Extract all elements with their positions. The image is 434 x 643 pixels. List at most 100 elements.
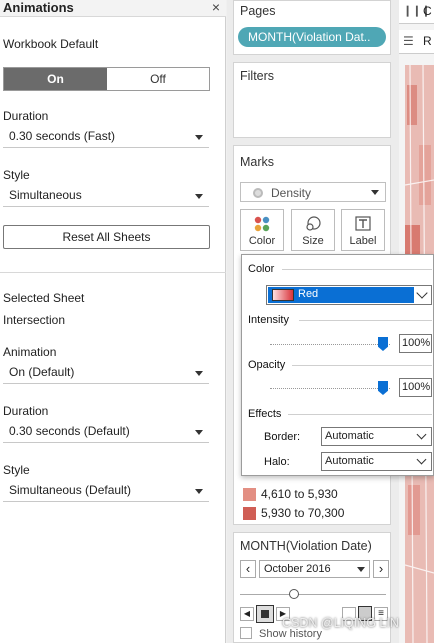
divider	[292, 365, 432, 366]
opacity-label: Opacity	[248, 359, 286, 371]
animation-toggle[interactable]: On Off	[3, 67, 210, 91]
animations-pane: Animations × Workbook Default On Off Dur…	[0, 0, 226, 643]
sheet-duration-value: 0.30 seconds (Default)	[9, 424, 130, 438]
animations-title: Animations	[3, 0, 74, 15]
filters-title: Filters	[240, 69, 275, 83]
divider	[0, 272, 226, 273]
intensity-value[interactable]: 100%	[399, 334, 432, 353]
label-mark-button[interactable]: Label	[341, 209, 385, 251]
size-icon	[306, 216, 321, 231]
border-value: Automatic	[325, 430, 374, 442]
pages-pill[interactable]: MONTH(Violation Dat..	[238, 27, 386, 47]
divider	[299, 320, 432, 321]
stop-icon	[261, 610, 269, 618]
next-page-button[interactable]: ›	[373, 560, 389, 578]
color-mark-label: Color	[248, 235, 276, 247]
intensity-label: Intensity	[248, 314, 289, 326]
color-section-label: Color	[248, 263, 275, 275]
rows-icon: ☰	[403, 34, 414, 48]
label-mark-label: Label	[349, 235, 377, 247]
sheet-style-value: Simultaneous (Default)	[9, 483, 132, 497]
effects-label: Effects	[248, 408, 282, 420]
divider	[288, 414, 432, 415]
mark-type-dropdown[interactable]: Density	[240, 182, 386, 202]
caret-down-icon	[357, 567, 365, 572]
legend-item: 4,610 to 5,930	[261, 487, 338, 501]
size-mark-button[interactable]: Size	[291, 209, 335, 251]
pages-title: Pages	[240, 4, 276, 18]
color-palette-icon	[254, 216, 270, 232]
palette-selection: Red	[268, 287, 414, 303]
sheet-duration-dropdown[interactable]: 0.30 seconds (Default)	[3, 421, 209, 443]
legend: 4,610 to 5,930 5,930 to 70,300	[233, 478, 391, 526]
caret-down-icon	[195, 371, 203, 376]
caret-down-icon	[371, 190, 379, 195]
page-slider-thumb[interactable]	[289, 589, 299, 599]
page-value: October 2016	[264, 563, 331, 575]
animation-value: On (Default)	[9, 365, 75, 379]
duration-value: 0.30 seconds (Fast)	[9, 129, 116, 143]
show-history-checkbox[interactable]	[240, 627, 252, 639]
border-dropdown[interactable]: Automatic	[321, 427, 432, 446]
page-slider-track	[240, 594, 386, 595]
columns-shelf[interactable]: ❙❙❙ C	[399, 0, 434, 24]
color-mark-button[interactable]: Color	[240, 209, 284, 251]
halo-label: Halo:	[264, 456, 290, 468]
chevron-down-icon	[416, 429, 427, 440]
legend-item: 5,930 to 70,300	[261, 506, 345, 520]
opacity-value[interactable]: 100%	[399, 378, 432, 397]
sheet-duration-label: Duration	[3, 404, 49, 418]
intensity-slider[interactable]	[270, 344, 390, 347]
opacity-slider[interactable]	[270, 388, 390, 391]
border-label: Border:	[264, 431, 301, 443]
intensity-slider-thumb[interactable]	[378, 337, 388, 351]
legend-swatch	[243, 507, 256, 520]
red-gradient-swatch	[272, 289, 294, 301]
caret-down-icon	[195, 194, 203, 199]
page-dropdown[interactable]: October 2016	[259, 560, 370, 578]
legend-swatch	[243, 488, 256, 501]
play-back-icon[interactable]: ◀	[240, 607, 254, 621]
watermark: CSDN @LIQING LIN	[282, 616, 399, 630]
close-icon[interactable]: ×	[212, 0, 220, 15]
style-label: Style	[3, 168, 30, 182]
sheet-style-label: Style	[3, 463, 30, 477]
size-mark-label: Size	[302, 235, 324, 247]
chevron-down-icon	[416, 287, 428, 299]
duration-dropdown[interactable]: 0.30 seconds (Fast)	[3, 126, 209, 148]
sheet-name: Intersection	[3, 313, 66, 327]
color-palette-dropdown[interactable]: Red	[266, 285, 432, 305]
chevron-down-icon	[416, 454, 427, 465]
animations-header: Animations ×	[0, 0, 226, 17]
halo-dropdown[interactable]: Automatic	[321, 452, 432, 471]
sheet-style-dropdown[interactable]: Simultaneous (Default)	[3, 480, 209, 502]
pages-shelf: Pages MONTH(Violation Dat..	[233, 0, 391, 55]
rows-label: R	[423, 34, 432, 48]
opacity-slider-thumb[interactable]	[378, 381, 388, 395]
prev-page-button[interactable]: ‹	[240, 560, 256, 578]
animation-label: Animation	[3, 345, 57, 359]
stop-button[interactable]	[256, 605, 274, 623]
caret-down-icon	[195, 489, 203, 494]
toggle-off-button[interactable]: Off	[107, 68, 209, 90]
reset-all-sheets-button[interactable]: Reset All Sheets	[3, 225, 210, 249]
style-dropdown[interactable]: Simultaneous	[3, 185, 209, 207]
density-icon	[253, 188, 263, 198]
page-card-title: MONTH(Violation Date)	[240, 539, 372, 553]
mark-type-value: Density	[271, 186, 312, 200]
filters-shelf: Filters	[233, 62, 391, 138]
text-label-icon	[355, 216, 371, 231]
palette-value: Red	[298, 288, 319, 300]
color-popup: Color Red Intensity 100% Opacity 100% Ef…	[241, 254, 434, 476]
caret-down-icon	[195, 430, 203, 435]
duration-label: Duration	[3, 109, 49, 123]
animation-dropdown[interactable]: On (Default)	[3, 362, 209, 384]
columns-label: C	[423, 4, 432, 18]
selected-sheet-label: Selected Sheet	[3, 291, 85, 305]
marks-title: Marks	[240, 155, 275, 169]
toggle-on-button[interactable]: On	[4, 68, 107, 90]
divider	[282, 269, 432, 270]
workbook-default-label: Workbook Default	[3, 37, 99, 51]
caret-down-icon	[195, 135, 203, 140]
rows-shelf[interactable]: ☰ R	[399, 30, 434, 54]
